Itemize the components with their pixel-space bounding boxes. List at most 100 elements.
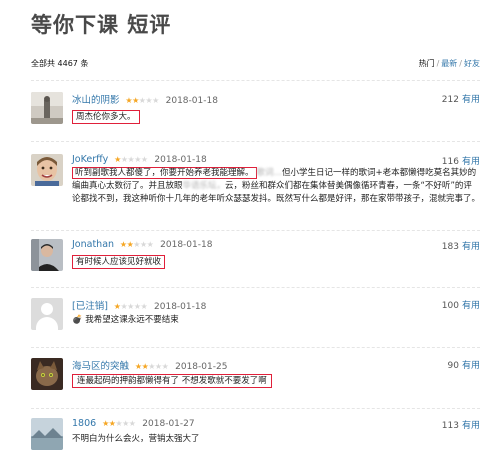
star-filled-icon: ★ (102, 419, 109, 428)
useful-button[interactable]: 有用 (462, 361, 480, 371)
review-body: 💣 我希望这课永远不要结束 (72, 314, 480, 327)
rating-stars: ★★★★★ (114, 302, 148, 311)
review-header: JoKerffy ★★★★★ 2018-01-18 (72, 154, 207, 167)
review-date: 2018-01-18 (154, 155, 207, 165)
star-empty-icon: ★ (161, 362, 169, 371)
star-filled-icon: ★ (132, 96, 139, 105)
vote-count: 100 (441, 301, 459, 311)
star-empty-icon: ★ (122, 419, 129, 428)
rating-stars: ★★★★★ (134, 362, 169, 371)
review-body: 听到副歌我人都傻了，你要开始养老我能理解。 歌词…但小学生日记一样的歌词+老本都懒… (72, 167, 480, 206)
star-empty-icon: ★ (148, 362, 155, 371)
star-empty-icon: ★ (127, 302, 134, 311)
useful-button[interactable]: 有用 (462, 301, 480, 311)
review-header: 海马区的突触 ★★★★★ 2018-01-25 (72, 358, 228, 372)
review-body: 连最起码的押韵都懒得有了 不想发歌就不要发了啊 (72, 374, 480, 388)
user-avatar[interactable] (31, 418, 63, 450)
user-avatar[interactable] (31, 239, 63, 271)
review-header: [已注销] ★★★★★ 2018-01-18 (72, 298, 207, 312)
review-date: 2018-01-18 (160, 240, 213, 250)
star-filled-icon: ★ (134, 362, 142, 371)
vote-count: 113 (441, 421, 459, 431)
star-empty-icon: ★ (128, 419, 136, 428)
review-item: 海马区的突触 ★★★★★ 2018-01-25 90 有用 连最起码的押韵都懒得有… (31, 358, 480, 403)
review-text: 💣 我希望这课永远不要结束 (72, 315, 179, 325)
rating-stars: ★★★★★ (114, 155, 148, 164)
useful-button[interactable]: 有用 (462, 242, 480, 252)
sort-new[interactable]: 最新 (441, 59, 457, 68)
review-date: 2018-01-27 (142, 419, 195, 429)
star-empty-icon: ★ (133, 240, 140, 249)
review-item: JoKerffy ★★★★★ 2018-01-18 116 有用 听到副歌我人都傻… (31, 154, 480, 224)
star-empty-icon: ★ (140, 155, 148, 164)
divider (31, 141, 480, 142)
star-empty-icon: ★ (134, 155, 141, 164)
vote-count: 90 (447, 361, 459, 371)
user-avatar-man-photo-icon (31, 239, 63, 271)
default-avatar-icon[interactable] (31, 298, 63, 330)
rating-stars: ★★★★★ (125, 96, 159, 105)
divider (31, 408, 480, 409)
review-body: 有时候人应该见好就收 (72, 255, 480, 269)
useful-button[interactable]: 有用 (462, 157, 480, 167)
star-empty-icon: ★ (152, 96, 159, 105)
useful-button[interactable]: 有用 (462, 95, 480, 105)
sort-options: 热门 / 最新 / 好友 (419, 58, 480, 69)
user-avatar-boy-photo-icon (31, 154, 63, 186)
highlighted-review-text: 连最起码的押韵都懒得有了 不想发歌就不要发了啊 (72, 374, 272, 388)
vote-count: 183 (441, 242, 459, 252)
user-avatar-landscape-photo-icon (31, 418, 63, 450)
star-filled-icon: ★ (114, 155, 121, 164)
star-empty-icon: ★ (120, 155, 128, 164)
review-header: 1806 ★★★★★ 2018-01-27 (72, 418, 195, 431)
divider (31, 347, 480, 348)
star-empty-icon: ★ (140, 302, 148, 311)
sort-separator: / (436, 59, 440, 68)
username-link[interactable]: JoKerffy (72, 154, 108, 165)
vote-area: 100 有用 (442, 298, 480, 311)
review-date: 2018-01-18 (154, 302, 207, 312)
star-empty-icon: ★ (146, 240, 154, 249)
vote-area: 90 有用 (448, 358, 480, 371)
user-avatar[interactable] (31, 154, 63, 186)
rating-stars: ★★★★★ (119, 240, 154, 249)
user-avatar[interactable] (31, 92, 63, 124)
user-avatar-cat-photo-icon (31, 358, 63, 390)
blurred-text: 歌词… (256, 168, 283, 178)
username-link[interactable]: [已注销] (72, 301, 108, 312)
review-item: Jonathan ★★★★★ 2018-01-18 183 有用 有时候人应该见好… (31, 239, 480, 279)
username-link[interactable]: 1806 (72, 418, 96, 429)
useful-button[interactable]: 有用 (462, 421, 480, 431)
sort-friends[interactable]: 好友 (464, 59, 480, 68)
review-text: 不明白为什么会火，营销太强大了 (72, 434, 200, 444)
highlighted-review-text: 有时候人应该见好就收 (72, 255, 166, 269)
star-empty-icon: ★ (154, 362, 162, 371)
username-link[interactable]: 冰山的阴影 (72, 95, 120, 106)
review-item: 1806 ★★★★★ 2018-01-27 113 有用 不明白为什么会火，营销太… (31, 418, 480, 458)
review-date: 2018-01-25 (175, 362, 228, 372)
vote-area: 116 有用 (442, 154, 480, 167)
review-body: 周杰伦你多大。 (72, 110, 480, 124)
vote-area: 183 有用 (442, 239, 480, 252)
user-avatar[interactable] (31, 358, 63, 390)
page-title: 等你下课 短评 (31, 13, 172, 37)
highlighted-review-text: 听到副歌我人都傻了，你要开始养老我能理解。 (72, 167, 257, 179)
total-count: 全部共 4467 条 (31, 59, 89, 68)
vote-count: 116 (441, 157, 459, 167)
username-link[interactable]: 海马区的突触 (72, 361, 129, 372)
star-empty-icon: ★ (139, 240, 147, 249)
review-item: [已注销] ★★★★★ 2018-01-18 100 有用 💣 我希望这课永远不要… (31, 298, 480, 338)
vote-area: 113 有用 (442, 418, 480, 431)
star-filled-icon: ★ (119, 240, 127, 249)
divider (31, 230, 480, 231)
review-header: 冰山的阴影 ★★★★★ 2018-01-18 (72, 92, 218, 106)
divider (31, 287, 480, 288)
divider (31, 80, 480, 81)
review-header: Jonathan ★★★★★ 2018-01-18 (72, 239, 212, 252)
review-body: 不明白为什么会火，营销太强大了 (72, 433, 480, 446)
sort-separator: / (459, 59, 462, 68)
username-link[interactable]: Jonathan (72, 239, 114, 250)
review-date: 2018-01-18 (165, 96, 218, 106)
vote-count: 212 (441, 95, 459, 105)
sort-hot[interactable]: 热门 (419, 59, 435, 68)
